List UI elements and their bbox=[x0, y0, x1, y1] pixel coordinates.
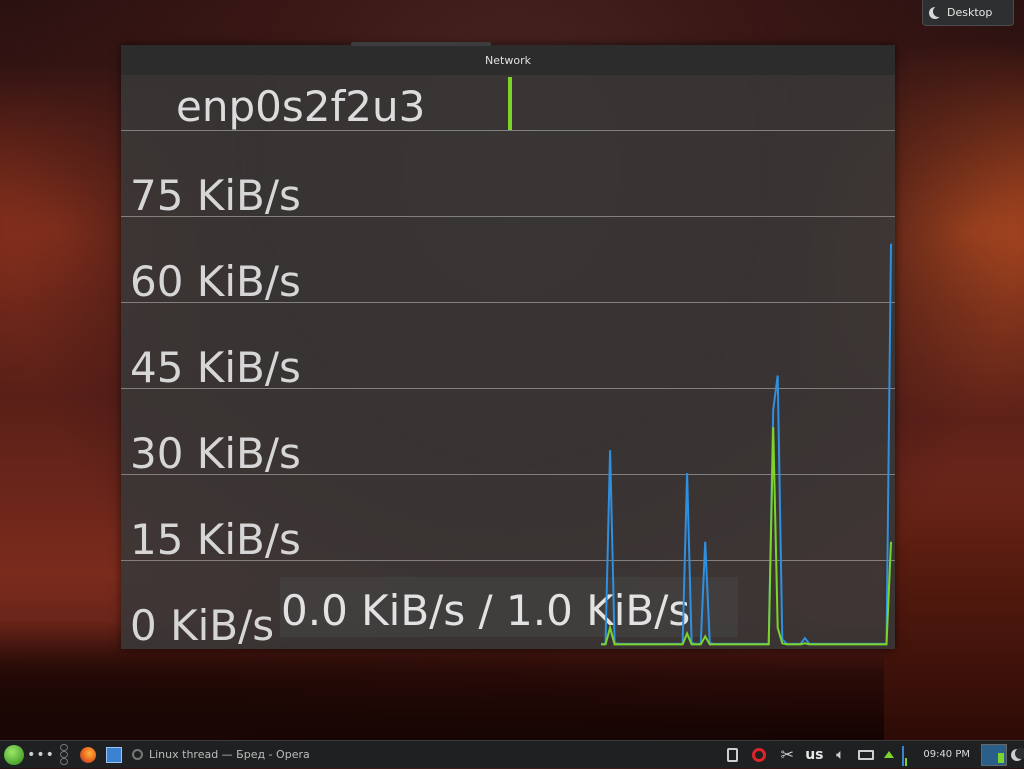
start-orb-icon bbox=[4, 744, 24, 765]
taskbar: ••• Linux thread — Бред - Opera ✂ us 🔈︎ … bbox=[0, 740, 1024, 768]
pager-icon bbox=[60, 743, 68, 766]
desktop-moon-icon bbox=[929, 5, 944, 19]
desktop-label: Desktop bbox=[947, 6, 993, 19]
mini-graph-icon bbox=[902, 744, 912, 766]
desktop-switcher[interactable]: Desktop bbox=[922, 0, 1014, 26]
pager[interactable] bbox=[54, 741, 74, 769]
opera-icon bbox=[752, 747, 767, 762]
window-title: Network bbox=[485, 53, 531, 67]
keyboard-layout-button[interactable]: us bbox=[801, 741, 827, 769]
keyboard-layout: us bbox=[805, 746, 824, 763]
network-monitor-applet[interactable] bbox=[899, 741, 915, 769]
clipboard-icon bbox=[726, 747, 738, 762]
clipboard-button[interactable] bbox=[719, 741, 745, 769]
desktop-preview-icon bbox=[981, 743, 1007, 766]
volume-icon: 🔈︎ bbox=[836, 746, 845, 763]
up-arrow-icon bbox=[884, 751, 895, 758]
task-opera-window[interactable]: Linux thread — Бред - Opera bbox=[126, 741, 320, 769]
opera-task-icon bbox=[132, 749, 143, 760]
window-titlebar[interactable]: Network bbox=[121, 42, 895, 75]
opera-tray-button[interactable] bbox=[745, 741, 773, 769]
volume-button[interactable]: 🔈︎ bbox=[827, 741, 853, 769]
network-plot: enp0s2f2u3 75 KiB/s 60 KiB/s 45 KiB/s 30… bbox=[121, 75, 895, 649]
battery-icon bbox=[858, 749, 875, 760]
clock-button[interactable]: 09:40 PM bbox=[915, 741, 978, 769]
firefox-icon bbox=[80, 746, 96, 763]
moon-icon bbox=[1011, 747, 1024, 761]
task-title: Linux thread — Бред - Opera bbox=[149, 748, 310, 761]
battery-button[interactable] bbox=[853, 741, 879, 769]
scissors-icon: ✂ bbox=[780, 745, 795, 764]
series-line-0 bbox=[601, 243, 892, 645]
network-window[interactable]: Network enp0s2f2u3 75 KiB/s 60 KiB/s 45 … bbox=[121, 42, 895, 649]
titlebar-drag-tab[interactable] bbox=[351, 42, 491, 46]
wallpaper-forest bbox=[884, 470, 1024, 740]
traffic-chart bbox=[601, 243, 892, 646]
file-manager-launcher[interactable] bbox=[102, 741, 126, 769]
dots-icon: ••• bbox=[27, 746, 55, 763]
activities-button[interactable]: ••• bbox=[27, 741, 55, 769]
firefox-launcher[interactable] bbox=[74, 741, 102, 769]
screenshot-tool-button[interactable]: ✂ bbox=[773, 741, 801, 769]
night-mode-button[interactable] bbox=[1010, 741, 1024, 769]
show-desktop-button[interactable] bbox=[978, 741, 1010, 769]
start-button[interactable] bbox=[0, 741, 28, 769]
tray-expand-button[interactable] bbox=[879, 741, 899, 769]
series-line-1 bbox=[601, 427, 892, 646]
clock: 09:40 PM bbox=[923, 749, 970, 760]
file-manager-icon bbox=[106, 746, 122, 763]
